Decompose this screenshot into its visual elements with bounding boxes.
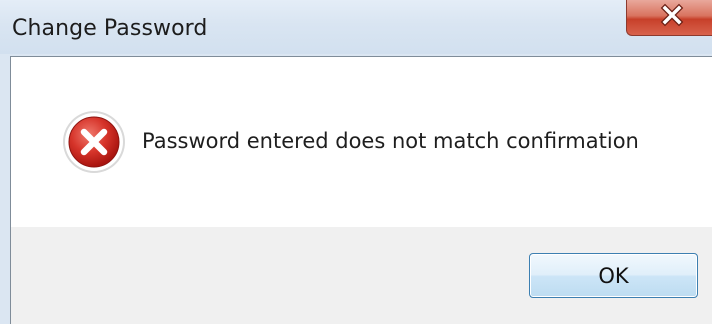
dialog-window: Change Password Password entered does no… bbox=[0, 0, 712, 324]
ok-button-label: OK bbox=[598, 263, 629, 288]
dialog-body: Password entered does not match confirma… bbox=[10, 56, 712, 324]
title-bar[interactable]: Change Password bbox=[0, 0, 712, 54]
message-area: Password entered does not match confirma… bbox=[11, 57, 712, 227]
window-title: Change Password bbox=[12, 16, 208, 41]
close-icon bbox=[660, 3, 684, 27]
close-button[interactable] bbox=[626, 0, 712, 36]
error-icon bbox=[63, 111, 125, 173]
error-message: Password entered does not match confirma… bbox=[142, 129, 639, 153]
ok-button[interactable]: OK bbox=[529, 253, 698, 298]
